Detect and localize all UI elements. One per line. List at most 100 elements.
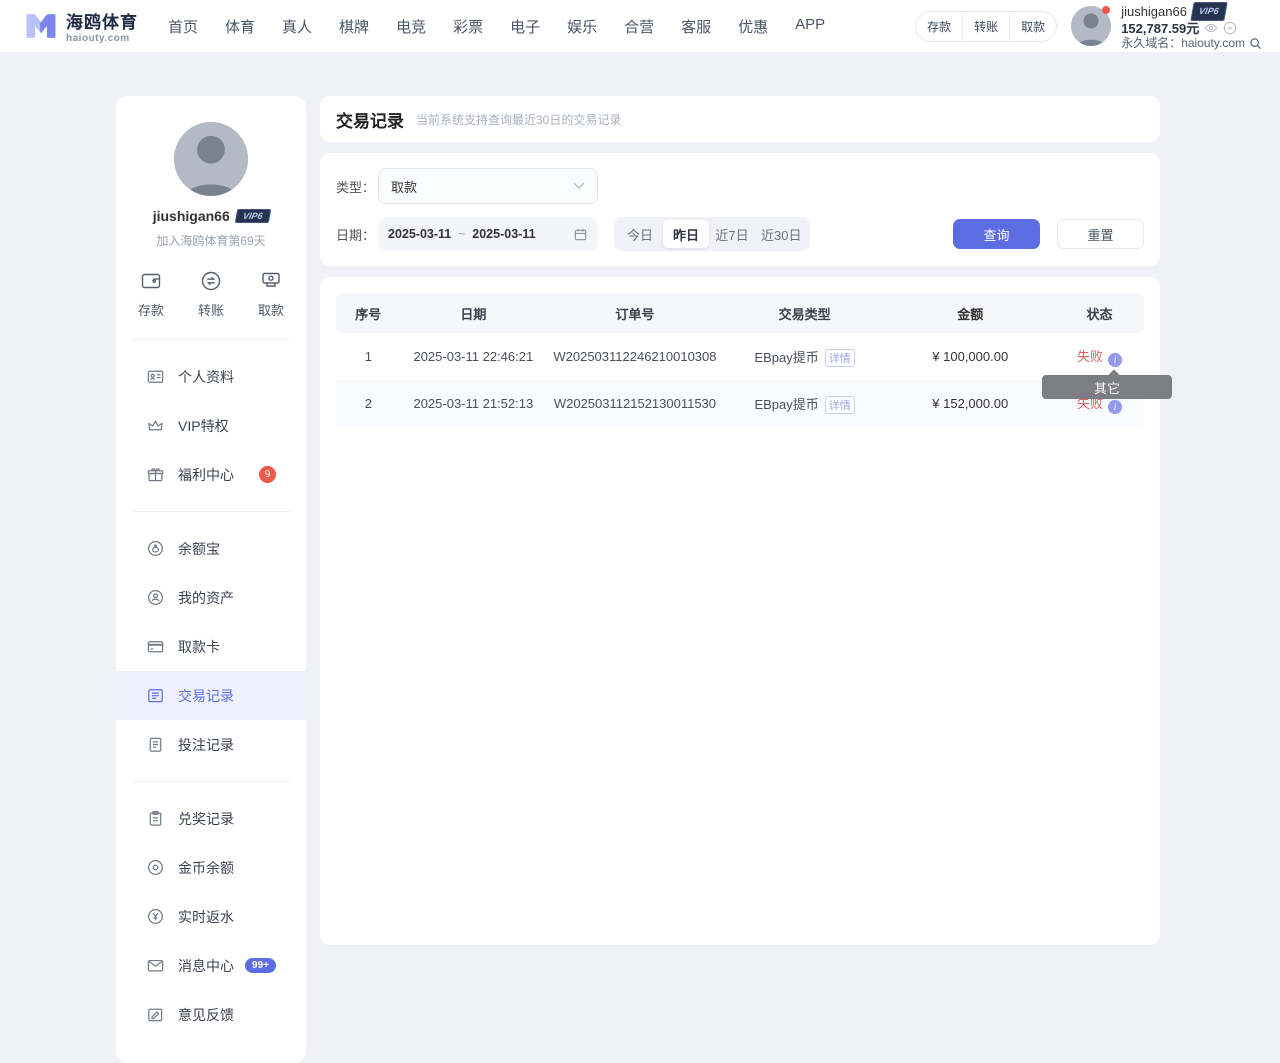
transfer-icon (199, 269, 223, 293)
gift-icon (146, 465, 165, 484)
sidebar-item-label: VIP特权 (178, 416, 229, 436)
nav-item-app[interactable]: APP (795, 16, 825, 37)
status-info-icon[interactable]: i (1108, 353, 1122, 367)
sidebar-item-coins[interactable]: 金币余额 (116, 843, 306, 892)
reset-button[interactable]: 重置 (1057, 219, 1144, 249)
withdraw-button[interactable]: 取款 (1009, 12, 1056, 41)
cell-status: 失败 i (1055, 346, 1144, 368)
nav-item-esports[interactable]: 电竞 (396, 16, 426, 37)
nav-item-promo[interactable]: 优惠 (738, 16, 768, 37)
date-range-picker[interactable]: 2025-03-11 ~ 2025-03-11 (378, 217, 598, 251)
withdraw-icon (259, 269, 283, 293)
eye-icon[interactable] (1204, 21, 1218, 35)
sidebar-item-bets[interactable]: 投注记录 (116, 720, 306, 769)
nav-item-board[interactable]: 棋牌 (339, 16, 369, 37)
search-icon[interactable] (1249, 37, 1262, 50)
seagull-logo-icon (24, 9, 58, 43)
nav-item-service[interactable]: 客服 (681, 16, 711, 37)
status-fail-text: 失败 (1077, 349, 1103, 364)
sidebar-item-redeem[interactable]: 兑奖记录 (116, 794, 306, 843)
status-tooltip-text: 其它 (1094, 378, 1120, 397)
rebate-yuan-icon (146, 907, 165, 926)
nav-item-home[interactable]: 首页 (168, 16, 198, 37)
sidebar-item-label: 我的资产 (178, 588, 234, 608)
sidebar-item-feedback[interactable]: 意见反馈 (116, 990, 306, 1039)
user-info: jiushigan66 VIP6 152,787.59元 永久域名：haiout… (1121, 2, 1262, 51)
col-header-status: 状态 (1055, 304, 1144, 323)
nav-item-slots[interactable]: 电子 (510, 16, 540, 37)
page-title: 交易记录 (336, 107, 404, 132)
notification-dot (1102, 6, 1110, 14)
sidebar-item-withdraw-card[interactable]: 取款卡 (116, 622, 306, 671)
clipboard-icon (146, 809, 165, 828)
sidebar-item-label: 个人资料 (178, 367, 234, 387)
coin-icon (146, 858, 165, 877)
cell-order: W202503112152130011530 (546, 396, 724, 411)
sidebar-item-label: 余额宝 (178, 539, 220, 559)
deposit-button[interactable]: 存款 (916, 12, 962, 41)
profile-name: jiushigan66 (153, 208, 230, 224)
sidebar-item-rebate[interactable]: 实时返水 (116, 892, 306, 941)
divider (132, 781, 290, 782)
date-to: 2025-03-11 (472, 227, 535, 241)
quick-transfer-button[interactable]: 转账 (198, 269, 224, 319)
quick-withdraw-label: 取款 (258, 300, 284, 319)
user-avatar[interactable] (1071, 6, 1111, 46)
sidebar-item-vip[interactable]: VIP特权 (116, 401, 306, 450)
sidebar-item-label: 兑奖记录 (178, 809, 234, 829)
joined-days: 加入海鸥体育第69天 (116, 232, 306, 249)
crown-icon (146, 416, 165, 435)
status-info-icon[interactable]: i (1108, 400, 1122, 414)
detail-tag-button[interactable]: 详情 (825, 396, 855, 414)
sidebar-item-label: 取款卡 (178, 637, 220, 657)
sidebar-item-welfare[interactable]: 福利中心 9 (116, 450, 306, 499)
divider (132, 511, 290, 512)
user-name: jiushigan66 (1121, 4, 1187, 19)
type-select[interactable]: 取款 (378, 168, 598, 204)
profile-avatar[interactable] (174, 122, 248, 196)
sidebar-item-label: 福利中心 (178, 465, 234, 485)
col-header-order: 订单号 (546, 304, 724, 323)
detail-tag-button[interactable]: 详情 (825, 349, 855, 367)
quick-deposit-button[interactable]: 存款 (138, 269, 164, 319)
balance-amount: 152,787.59元 (1121, 21, 1199, 36)
range-30days[interactable]: 近30日 (755, 220, 807, 248)
brand-domain: haiouty.com (66, 33, 138, 44)
vip-badge: VIP6 (1190, 2, 1227, 21)
sidebar-item-yuebao[interactable]: 余额宝 (116, 524, 306, 573)
cell-no: 2 (336, 396, 401, 411)
bank-card-icon (146, 637, 165, 656)
chevron-down-circle-icon[interactable] (1223, 21, 1237, 35)
cell-order: W202503112246210010308 (546, 349, 724, 364)
sidebar-item-assets[interactable]: 我的资产 (116, 573, 306, 622)
date-label: 日期： (336, 225, 378, 244)
divider (132, 339, 290, 340)
range-7days[interactable]: 近7日 (709, 220, 755, 248)
sidebar-item-transactions[interactable]: 交易记录 (116, 671, 306, 720)
sidebar-item-personal[interactable]: 个人资料 (116, 352, 306, 401)
profile-vip-badge: VIP6 (235, 209, 271, 223)
records-table-panel: 序号 日期 订单号 交易类型 金额 状态 1 2025-03-11 22:46:… (320, 277, 1160, 945)
quick-withdraw-button[interactable]: 取款 (258, 269, 284, 319)
assets-icon (146, 588, 165, 607)
brand-name: 海鸥体育 (66, 8, 138, 33)
nav-item-entertainment[interactable]: 娱乐 (567, 16, 597, 37)
col-header-no: 序号 (336, 304, 401, 323)
range-today[interactable]: 今日 (617, 220, 663, 248)
filter-panel: 类型： 取款 日期： 2025-03-11 ~ 2025-03-11 今日 (320, 153, 1160, 266)
nav-item-sports[interactable]: 体育 (225, 16, 255, 37)
transfer-button[interactable]: 转账 (962, 12, 1009, 41)
range-yesterday[interactable]: 昨日 (663, 220, 709, 248)
query-button[interactable]: 查询 (953, 219, 1040, 249)
nav-item-partner[interactable]: 合营 (624, 16, 654, 37)
sidebar-item-messages[interactable]: 消息中心 99+ (116, 941, 306, 990)
sidebar-quick-actions: 存款 转账 取款 (116, 249, 306, 333)
sidebar-item-label: 意见反馈 (178, 1005, 234, 1025)
quick-deposit-label: 存款 (138, 300, 164, 319)
col-header-date: 日期 (401, 304, 546, 323)
feedback-icon (146, 1005, 165, 1024)
top-bar: 海鸥体育 haiouty.com 首页 体育 真人 棋牌 电竞 彩票 电子 娱乐… (0, 0, 1280, 52)
nav-item-live[interactable]: 真人 (282, 16, 312, 37)
nav-item-lottery[interactable]: 彩票 (453, 16, 483, 37)
brand-logo[interactable]: 海鸥体育 haiouty.com (24, 8, 138, 44)
